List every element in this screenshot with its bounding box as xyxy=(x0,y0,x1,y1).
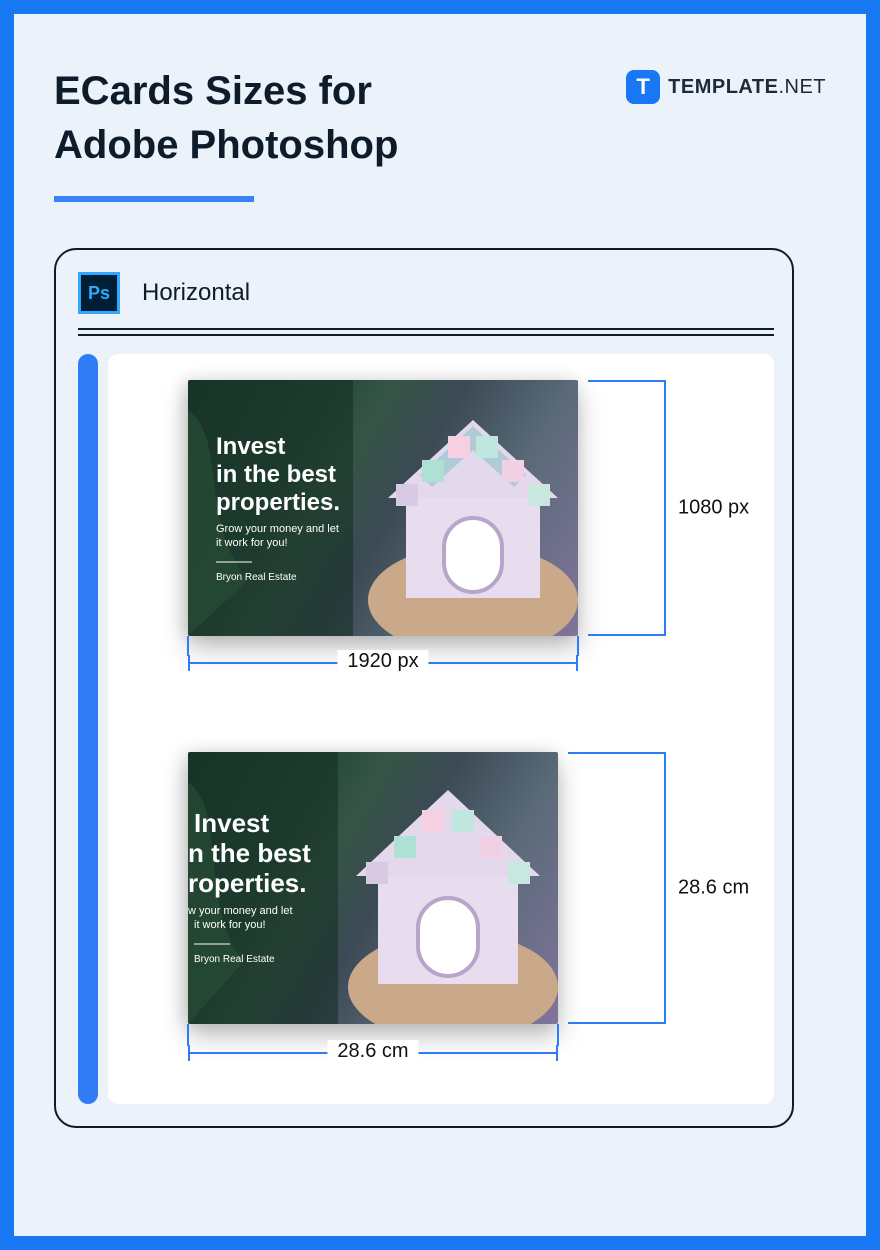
template-logo-icon: T xyxy=(626,70,660,104)
ecard-preview-pixels: Invest in the best properties. Grow your… xyxy=(188,380,578,636)
card1-hl1: Invest xyxy=(216,433,285,460)
title-underline xyxy=(54,196,254,202)
dim-tick xyxy=(557,1024,559,1046)
dimension-height-cm-label: 28.6 cm xyxy=(678,877,749,900)
card2-footer: Bryon Real Estate xyxy=(194,954,275,965)
ecard-preview-cm: Invest n the best roperties. w your mone… xyxy=(188,752,558,1024)
dimension-height-px: 1080 px xyxy=(588,380,666,636)
layout-label: Horizontal xyxy=(142,279,250,307)
title-block: ECards Sizes for Adobe Photoshop xyxy=(54,64,398,202)
ecard-preview-svg: Invest n the best roperties. w your mone… xyxy=(188,752,558,1024)
canvas-area: Invest in the best properties. Grow your… xyxy=(108,354,774,1104)
card1-hl2: in the best xyxy=(216,461,336,488)
card2-hl2: n the best xyxy=(188,838,311,868)
page: ECards Sizes for Adobe Photoshop T TEMPL… xyxy=(14,14,866,1236)
title-line-1: ECards Sizes for xyxy=(54,69,372,113)
dimension-width-cm-label: 28.6 cm xyxy=(327,1040,418,1063)
photoshop-icon-label: Ps xyxy=(88,283,110,304)
brand-lockup: T TEMPLATE.NET xyxy=(626,70,826,104)
card2-sub1: w your money and let xyxy=(188,905,293,917)
window-header: Ps Horizontal xyxy=(78,272,774,314)
dimension-height-px-label: 1080 px xyxy=(678,497,749,520)
brand-name-bold: TEMPLATE xyxy=(668,76,778,98)
brand-icon-letter: T xyxy=(636,74,649,100)
dim-tick xyxy=(187,1024,189,1046)
card1-sub1: Grow your money and let xyxy=(216,523,339,535)
dimension-height-cm: 28.6 cm xyxy=(568,752,666,1024)
card1-sub2: it work for you! xyxy=(216,537,288,549)
card2-hl3: roperties. xyxy=(188,868,307,898)
page-title: ECards Sizes for Adobe Photoshop xyxy=(54,64,398,172)
photoshop-icon: Ps xyxy=(78,272,120,314)
dim-tick xyxy=(577,636,579,656)
header-divider xyxy=(78,328,774,336)
card1-footer: Bryon Real Estate xyxy=(216,572,297,583)
brand-name-suffix: .NET xyxy=(778,76,826,98)
ecard-preview-svg: Invest in the best properties. Grow your… xyxy=(188,380,578,636)
scrollbar-rail[interactable] xyxy=(78,354,98,1104)
card1-hl3: properties. xyxy=(216,489,340,516)
window-body: Invest in the best properties. Grow your… xyxy=(78,354,774,1104)
dimension-width-px-label: 1920 px xyxy=(337,650,428,673)
card2-sub2: it work for you! xyxy=(194,919,266,931)
dim-tick xyxy=(187,636,189,656)
dimension-width-px: 1920 px xyxy=(188,662,578,664)
photoshop-window: Ps Horizontal xyxy=(54,248,794,1128)
brand-name: TEMPLATE.NET xyxy=(668,76,826,99)
page-header: ECards Sizes for Adobe Photoshop T TEMPL… xyxy=(54,64,826,202)
title-line-2: Adobe Photoshop xyxy=(54,123,398,167)
card2-hl1: Invest xyxy=(194,808,269,838)
dimension-width-cm: 28.6 cm xyxy=(188,1052,558,1054)
